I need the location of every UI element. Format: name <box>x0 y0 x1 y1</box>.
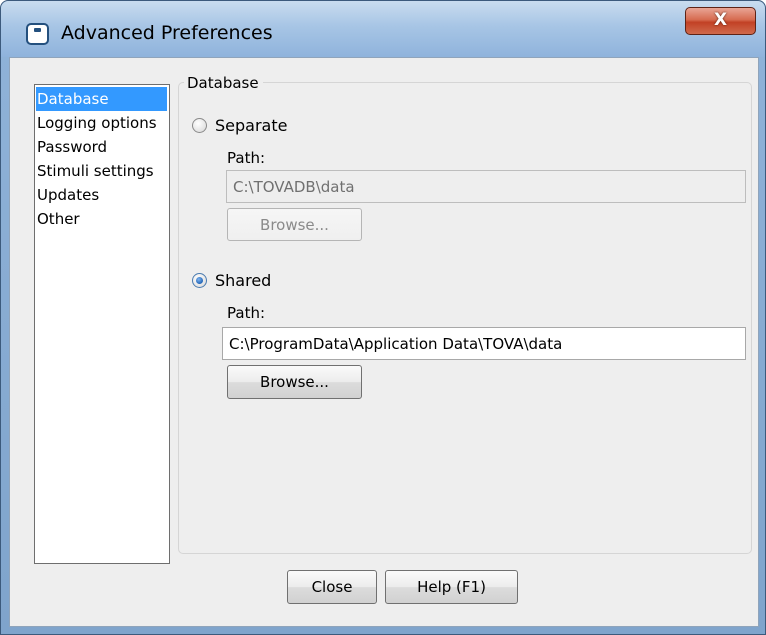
separate-path-label: Path: <box>227 149 266 167</box>
separate-radio-circle[interactable] <box>192 118 207 133</box>
category-item-database[interactable]: Database <box>36 87 167 111</box>
separate-radio[interactable]: Separate <box>192 115 322 137</box>
separate-browse-button[interactable]: Browse... <box>227 208 362 241</box>
category-item-stimuli-settings[interactable]: Stimuli settings <box>36 159 169 183</box>
shared-browse-button[interactable]: Browse... <box>227 365 362 399</box>
separate-radio-label[interactable]: Separate <box>215 115 287 137</box>
close-window-button[interactable]: X <box>685 7 756 35</box>
shared-path-label: Path: <box>227 304 266 322</box>
shared-radio-circle[interactable] <box>192 273 207 288</box>
category-item-updates[interactable]: Updates <box>36 183 169 207</box>
separate-path-field[interactable] <box>226 170 746 203</box>
shared-radio[interactable]: Shared <box>192 270 312 292</box>
title-bar[interactable]: Advanced Preferences X <box>1 1 765 57</box>
app-icon <box>26 23 49 45</box>
shared-radio-label[interactable]: Shared <box>215 270 271 292</box>
shared-path-field[interactable] <box>222 327 746 360</box>
database-group-title: Database <box>184 73 263 93</box>
category-item-other[interactable]: Other <box>36 207 169 231</box>
close-button[interactable]: Close <box>287 570 377 604</box>
help-button[interactable]: Help (F1) <box>385 570 518 604</box>
window-title: Advanced Preferences <box>61 22 273 44</box>
category-item-password[interactable]: Password <box>36 135 169 159</box>
category-item-logging-options[interactable]: Logging options <box>36 111 169 135</box>
category-list[interactable]: Database Logging options Password Stimul… <box>34 84 170 564</box>
